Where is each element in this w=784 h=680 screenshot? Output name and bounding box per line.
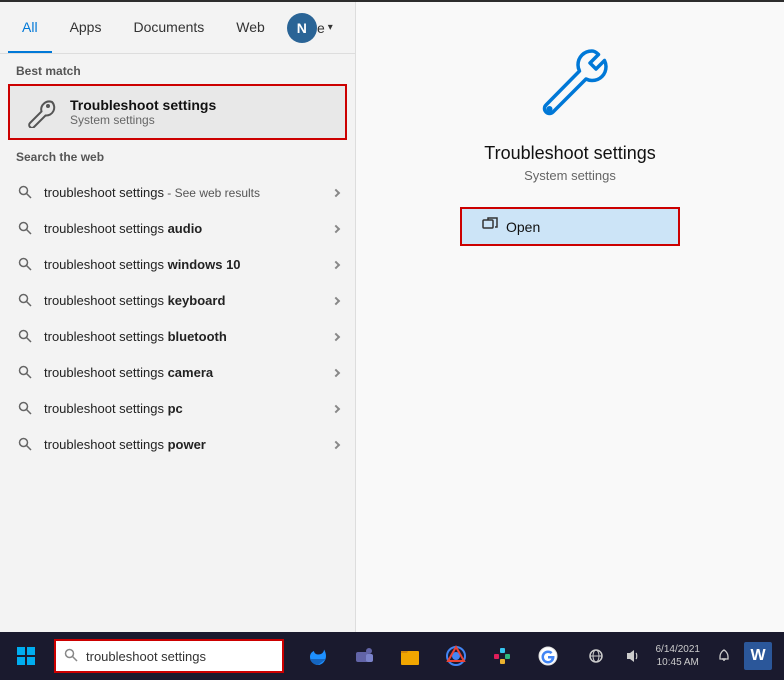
taskbar-search-icon bbox=[64, 648, 78, 665]
result-arrow-3 bbox=[333, 293, 339, 307]
result-item-6[interactable]: troubleshoot settings pc bbox=[0, 390, 355, 426]
result-text-5: troubleshoot settings camera bbox=[44, 365, 323, 380]
result-item-0[interactable]: troubleshoot settings - See web results bbox=[0, 174, 355, 210]
open-btn-icon bbox=[482, 217, 498, 236]
search-icon-0 bbox=[16, 183, 34, 201]
datetime-tray[interactable]: 6/14/2021 10:45 AM bbox=[652, 640, 705, 672]
network-tray-icon[interactable] bbox=[580, 640, 612, 672]
windows-button[interactable] bbox=[4, 634, 48, 678]
result-arrow-4 bbox=[333, 329, 339, 343]
best-match-title: Troubleshoot settings bbox=[70, 97, 216, 113]
taskbar: troubleshoot settings bbox=[0, 632, 784, 680]
speaker-tray-icon[interactable] bbox=[616, 640, 648, 672]
google-icon[interactable] bbox=[526, 634, 570, 678]
result-text-1: troubleshoot settings audio bbox=[44, 221, 323, 236]
chrome-icon[interactable] bbox=[434, 634, 478, 678]
result-text-0: troubleshoot settings - See web results bbox=[44, 185, 323, 200]
slack-icon[interactable] bbox=[480, 634, 524, 678]
result-item-4[interactable]: troubleshoot settings bluetooth bbox=[0, 318, 355, 354]
search-icon-7 bbox=[16, 435, 34, 453]
taskbar-search[interactable]: troubleshoot settings bbox=[54, 639, 284, 673]
search-popup: All Apps Documents Web More ▾ N ··· ✕ Be… bbox=[0, 2, 784, 632]
search-icon-3 bbox=[16, 291, 34, 309]
best-match-item[interactable]: Troubleshoot settings System settings bbox=[8, 84, 347, 140]
tab-apps[interactable]: Apps bbox=[56, 2, 116, 53]
profile-badge[interactable]: N bbox=[287, 13, 317, 43]
result-arrow-6 bbox=[333, 401, 339, 415]
search-icon-6 bbox=[16, 399, 34, 417]
result-arrow-0 bbox=[333, 185, 339, 199]
right-icon-area bbox=[530, 42, 610, 127]
left-panel: All Apps Documents Web More ▾ N ··· ✕ Be… bbox=[0, 2, 355, 632]
result-text-2: troubleshoot settings windows 10 bbox=[44, 257, 323, 272]
best-match-text: Troubleshoot settings System settings bbox=[70, 97, 216, 127]
word-tray-icon[interactable]: W bbox=[744, 642, 772, 670]
result-item-2[interactable]: troubleshoot settings windows 10 bbox=[0, 246, 355, 282]
best-match-subtitle: System settings bbox=[70, 113, 216, 127]
search-icon-5 bbox=[16, 363, 34, 381]
taskbar-search-text: troubleshoot settings bbox=[86, 649, 206, 664]
tab-documents[interactable]: Documents bbox=[119, 2, 218, 53]
result-arrow-5 bbox=[333, 365, 339, 379]
result-item-7[interactable]: troubleshoot settings power bbox=[0, 426, 355, 462]
best-match-label: Best match bbox=[0, 54, 355, 84]
teams-icon[interactable] bbox=[342, 634, 386, 678]
wrench-icon bbox=[26, 96, 58, 128]
result-arrow-2 bbox=[333, 257, 339, 271]
tray-time: 10:45 AM bbox=[657, 656, 699, 669]
search-icon-4 bbox=[16, 327, 34, 345]
result-arrow-7 bbox=[333, 437, 339, 451]
search-web-label: Search the web bbox=[0, 140, 355, 170]
tab-web[interactable]: Web bbox=[222, 2, 279, 53]
taskbar-icons bbox=[296, 634, 570, 678]
tray-date: 6/14/2021 bbox=[656, 643, 701, 656]
result-item-3[interactable]: troubleshoot settings keyboard bbox=[0, 282, 355, 318]
open-btn-label: Open bbox=[506, 219, 540, 235]
result-text-4: troubleshoot settings bluetooth bbox=[44, 329, 323, 344]
right-wrench-icon bbox=[530, 42, 610, 122]
result-arrow-1 bbox=[333, 221, 339, 235]
result-text-3: troubleshoot settings keyboard bbox=[44, 293, 323, 308]
file-explorer-icon[interactable] bbox=[388, 634, 432, 678]
result-item-1[interactable]: troubleshoot settings audio bbox=[0, 210, 355, 246]
right-title: Troubleshoot settings bbox=[484, 143, 655, 164]
tab-bar: All Apps Documents Web More ▾ N ··· ✕ bbox=[0, 2, 355, 54]
right-panel: Troubleshoot settings System settings Op… bbox=[355, 2, 784, 632]
notification-tray-icon[interactable] bbox=[708, 640, 740, 672]
search-icon-1 bbox=[16, 219, 34, 237]
tab-more-chevron-icon: ▾ bbox=[328, 22, 333, 33]
search-icon-2 bbox=[16, 255, 34, 273]
tab-all[interactable]: All bbox=[8, 2, 52, 53]
open-button[interactable]: Open bbox=[460, 207, 680, 246]
search-results: troubleshoot settings - See web results … bbox=[0, 170, 355, 632]
right-subtitle: System settings bbox=[524, 168, 616, 183]
result-item-5[interactable]: troubleshoot settings camera bbox=[0, 354, 355, 390]
result-text-7: troubleshoot settings power bbox=[44, 437, 323, 452]
taskbar-tray: 6/14/2021 10:45 AM W bbox=[580, 640, 781, 672]
edge-icon[interactable] bbox=[296, 634, 340, 678]
result-text-6: troubleshoot settings pc bbox=[44, 401, 323, 416]
